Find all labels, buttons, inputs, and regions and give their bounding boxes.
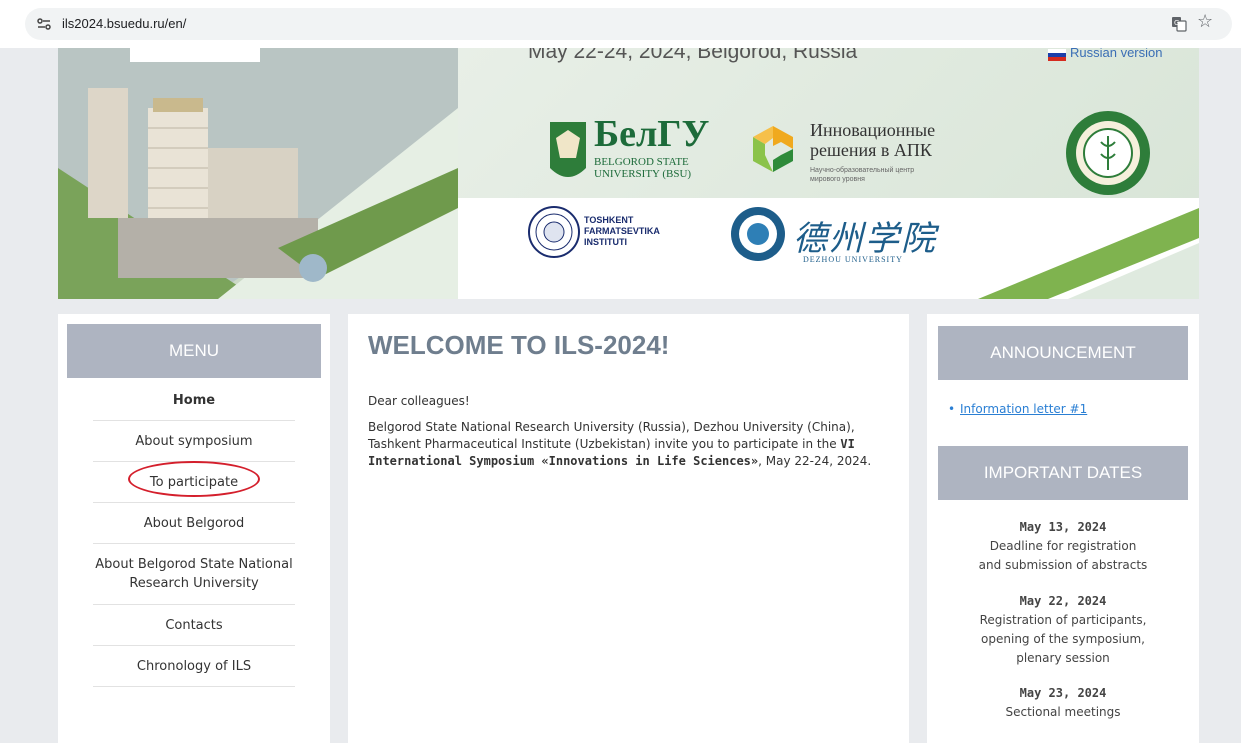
- bullet-icon: •: [948, 402, 956, 416]
- belgu-logo-icon: [550, 122, 586, 177]
- pharmacy-institute-seal-icon: [1066, 111, 1150, 195]
- menu-item-home[interactable]: Home: [93, 380, 295, 421]
- apk-title: Инновационные решения в АПК: [810, 120, 936, 160]
- svg-text:G: G: [1174, 19, 1179, 27]
- header-banner: May 22-24, 2024, Belgorod, Russia Russia…: [58, 48, 1199, 299]
- url-text[interactable]: ils2024.bsuedu.ru/en/: [62, 16, 186, 31]
- menu-item-about-bsu[interactable]: About Belgorod State National Research U…: [93, 544, 295, 605]
- bookmark-star-icon[interactable]: ☆: [1197, 11, 1213, 32]
- menu-item-about-symposium[interactable]: About symposium: [93, 421, 295, 462]
- dezhou-calligraphy: 德州学院: [793, 219, 937, 259]
- dezhou-university-name: DEZHOU UNIVERSITY: [803, 255, 903, 264]
- menu-item-contacts[interactable]: Contacts: [93, 605, 295, 646]
- symposium-dates: May 22-24, 2024, Belgorod, Russia: [528, 48, 858, 63]
- belgu-english-name: BELGOROD STATE UNIVERSITY (BSU): [594, 156, 692, 180]
- announcement-header: ANNOUNCEMENT: [938, 326, 1188, 380]
- browser-address-bar: ils2024.bsuedu.ru/en/ G ☆: [0, 0, 1241, 48]
- menu-list: Home About symposium To participate Abou…: [93, 380, 295, 687]
- translate-icon[interactable]: G: [1171, 16, 1187, 32]
- banner-green-stripe: [978, 208, 1199, 299]
- menu-header: MENU: [67, 324, 321, 378]
- date-label: May 13, 2024: [1019, 520, 1107, 534]
- right-sidebar: ANNOUNCEMENT • Information letter #1 IMP…: [927, 314, 1199, 743]
- date-label: May 23, 2024: [1019, 686, 1107, 700]
- main-content: WELCOME TO ILS-2024! Dear colleagues! Be…: [348, 314, 909, 743]
- russian-version-link[interactable]: Russian version: [1048, 48, 1163, 60]
- site-info-icon[interactable]: [36, 16, 52, 32]
- menu-item-about-belgorod[interactable]: About Belgorod: [93, 503, 295, 544]
- left-sidebar: MENU Home About symposium To participate…: [58, 314, 330, 743]
- omnibox[interactable]: ils2024.bsuedu.ru/en/ G ☆: [25, 8, 1232, 40]
- date-entry: May 13, 2024 Deadline for registration a…: [938, 518, 1188, 575]
- page-title: WELCOME TO ILS-2024!: [368, 330, 670, 360]
- belgu-name: БелГУ: [594, 113, 710, 155]
- date-entry: May 22, 2024 Registration of participant…: [938, 592, 1188, 668]
- greeting-text: Dear colleagues!: [368, 394, 470, 408]
- page: May 22-24, 2024, Belgorod, Russia Russia…: [8, 48, 1241, 743]
- date-entry: May 23, 2024 Sectional meetings: [938, 684, 1188, 722]
- date-label: May 22, 2024: [1019, 594, 1107, 608]
- important-dates-header: IMPORTANT DATES: [938, 446, 1188, 500]
- information-letter-link[interactable]: Information letter #1: [960, 402, 1087, 416]
- menu-item-chronology[interactable]: Chronology of ILS: [93, 646, 295, 687]
- dezhou-university-seal-icon: [731, 207, 785, 261]
- apk-logo-icon: [753, 126, 793, 172]
- tashkent-institute-name: TOSHKENT FARMATSEVTIKA INSTITUTI: [584, 215, 660, 247]
- apk-subtitle: Научно-образовательный центр мирового уро…: [810, 167, 915, 183]
- tashkent-institute-seal-icon: [528, 206, 580, 258]
- university-photo: [58, 48, 458, 299]
- intro-paragraph: Belgorod State National Research Univers…: [368, 420, 872, 468]
- red-highlight-circle: [128, 461, 260, 497]
